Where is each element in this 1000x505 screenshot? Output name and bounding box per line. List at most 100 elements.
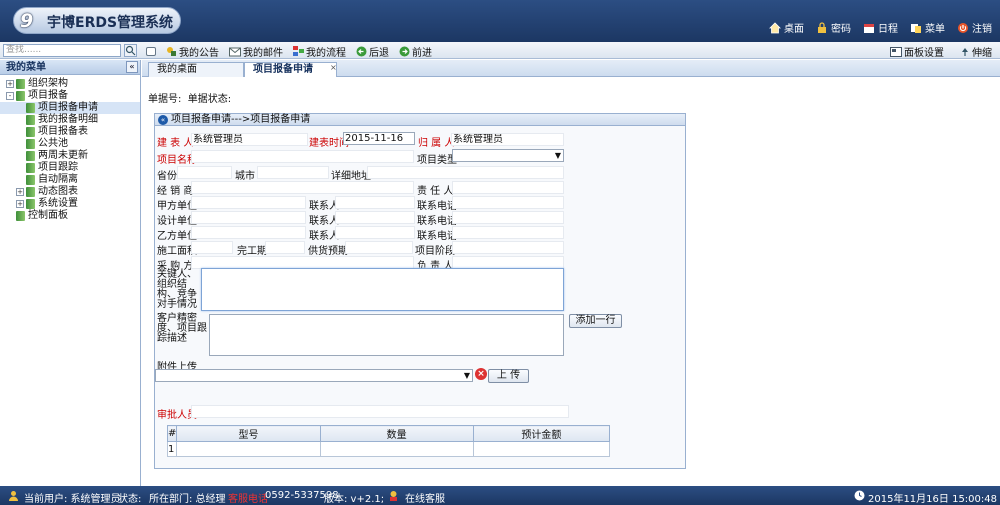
design-phone-input[interactable]: [452, 211, 564, 224]
design-phone-label: 联系电话: [417, 216, 457, 227]
collapse-circle-icon[interactable]: «: [158, 115, 168, 125]
province-input[interactable]: [177, 166, 232, 179]
tree-item-tracking[interactable]: 项目跟踪: [0, 162, 140, 174]
sidebar-toggle-icon[interactable]: [146, 47, 156, 56]
tree-item-two-weeks[interactable]: 两周未更新: [0, 150, 140, 162]
upload-button[interactable]: 上 传: [488, 369, 529, 383]
sidebar-header: 我的菜单 «: [0, 60, 140, 75]
tree-item-label: 系统设置: [38, 198, 78, 209]
table-row[interactable]: 1: [166, 441, 611, 457]
tab-my-desktop[interactable]: 我的桌面: [148, 62, 244, 77]
collapse-toggle[interactable]: -: [6, 92, 14, 100]
flow-icon: [293, 46, 304, 56]
grid-cell-model[interactable]: [176, 441, 321, 457]
supply-input[interactable]: [345, 241, 413, 254]
nav-menu[interactable]: 菜单: [910, 20, 945, 35]
partyA-input[interactable]: [191, 196, 306, 209]
add-row-button[interactable]: 添加一行: [569, 314, 622, 328]
key-people-label: 关键人、组织结构、竞争对手情况: [157, 269, 197, 310]
tree-item-my-report[interactable]: 我的报备明细: [0, 114, 140, 126]
bill-no-label: 单据号:: [148, 94, 182, 105]
panel-settings-label: 面板设置: [904, 48, 944, 59]
owner-field: 系统管理员: [451, 133, 564, 146]
project-type-select[interactable]: ▼: [452, 149, 564, 162]
key-people-textarea[interactable]: [201, 268, 564, 311]
partyB-contact-input[interactable]: [335, 226, 415, 239]
expand-toggle[interactable]: +: [16, 188, 24, 196]
approver-field: [191, 405, 569, 418]
partyA-contact-input[interactable]: [335, 196, 415, 209]
toolbar: 查找...... 我的公告 我的邮件 我的流程 后退 前进 面板设置 伸缩: [0, 42, 1000, 59]
address-input[interactable]: [367, 166, 564, 179]
tree-item-report[interactable]: - 项目报备: [0, 90, 140, 102]
period-label: 完工期: [237, 246, 267, 257]
menu-icon: [911, 23, 921, 33]
tree-item-org[interactable]: + 组织架构: [0, 78, 140, 90]
period-input[interactable]: [265, 241, 305, 254]
dealer-input[interactable]: [191, 181, 414, 194]
forward-label: 前进: [412, 48, 432, 59]
my-flow-label: 我的流程: [306, 48, 346, 59]
search-input[interactable]: 查找......: [3, 44, 121, 57]
nav-schedule-label: 日程: [878, 24, 898, 35]
tree-item-settings[interactable]: + 系统设置: [0, 198, 140, 210]
panel-settings-button[interactable]: 面板设置: [890, 44, 944, 59]
tree-item-label: 项目报备表: [38, 126, 88, 137]
tree-item-report-table[interactable]: 项目报备表: [0, 126, 140, 138]
nav-logout[interactable]: 注销: [957, 20, 992, 35]
design-input[interactable]: [191, 211, 306, 224]
sidebar-collapse-button[interactable]: «: [126, 61, 138, 73]
date-input[interactable]: 2015-11-16: [343, 132, 415, 145]
report-form-panel: « 项目报备申请--->项目报备申请 建 表 人 系统管理员 建表时间 2015…: [154, 113, 686, 469]
partyA-phone-input[interactable]: [452, 196, 564, 209]
grid-cell-qty[interactable]: [319, 441, 474, 457]
expand-toggle[interactable]: +: [16, 200, 24, 208]
nav-desktop-label: 桌面: [784, 24, 804, 35]
design-contact-input[interactable]: [335, 211, 415, 224]
area-input[interactable]: [191, 241, 233, 254]
city-input[interactable]: [257, 166, 329, 179]
partyB-phone-input[interactable]: [452, 226, 564, 239]
partyB-phone-label: 联系电话: [417, 231, 457, 242]
form-panel-header: « 项目报备申请--->项目报备申请: [155, 114, 685, 126]
nav-schedule[interactable]: 日程: [863, 20, 898, 35]
my-mail-button[interactable]: 我的邮件: [229, 44, 283, 59]
book-icon: [26, 187, 35, 197]
responsible-input[interactable]: [452, 181, 564, 194]
grid-header-model: 型号: [176, 425, 321, 442]
back-button[interactable]: 后退: [356, 44, 389, 59]
attach-select[interactable]: ▼: [155, 369, 473, 382]
tree-item-public-pool[interactable]: 公共池: [0, 138, 140, 150]
search-button[interactable]: [124, 44, 137, 57]
nav-password[interactable]: 密码: [816, 20, 851, 35]
tab-close-icon[interactable]: ×: [330, 63, 337, 72]
stage-input[interactable]: [452, 241, 564, 254]
tree-item-charts[interactable]: + 动态图表: [0, 186, 140, 198]
current-user: 当前用户: 系统管理员: [24, 494, 121, 505]
grid-cell-amount[interactable]: [472, 441, 611, 457]
forward-button[interactable]: 前进: [399, 44, 432, 59]
project-name-input[interactable]: [191, 150, 414, 163]
book-icon: [26, 103, 35, 113]
partyB-input[interactable]: [191, 226, 306, 239]
tree-item-report-apply[interactable]: 项目报备申请: [0, 102, 140, 114]
clear-error-icon[interactable]: ×: [475, 368, 487, 380]
shrink-button[interactable]: 伸缩: [960, 44, 992, 59]
tree-item-label: 项目报备申请: [38, 102, 98, 113]
grid-header-index: #: [166, 425, 178, 442]
notice-icon: [167, 47, 176, 56]
tracking-textarea[interactable]: [209, 314, 564, 356]
expand-toggle[interactable]: +: [6, 80, 14, 88]
my-notice-button[interactable]: 我的公告: [166, 44, 219, 59]
tree-item-control-panel[interactable]: 控制面板: [0, 210, 140, 222]
tree-item-isolation[interactable]: 自动隔离: [0, 174, 140, 186]
user-status: 状态:: [118, 494, 142, 505]
online-service-link[interactable]: 在线客服: [405, 490, 445, 505]
nav-desktop[interactable]: 桌面: [769, 20, 804, 35]
sidebar-title: 我的菜单: [6, 62, 46, 73]
my-flow-button[interactable]: 我的流程: [293, 44, 346, 59]
back-arrow-icon: [356, 46, 367, 57]
grid-header-qty: 数量: [319, 425, 474, 442]
stage-label: 项目阶段: [415, 246, 455, 257]
tab-report-apply[interactable]: 项目报备申请: [244, 62, 337, 77]
